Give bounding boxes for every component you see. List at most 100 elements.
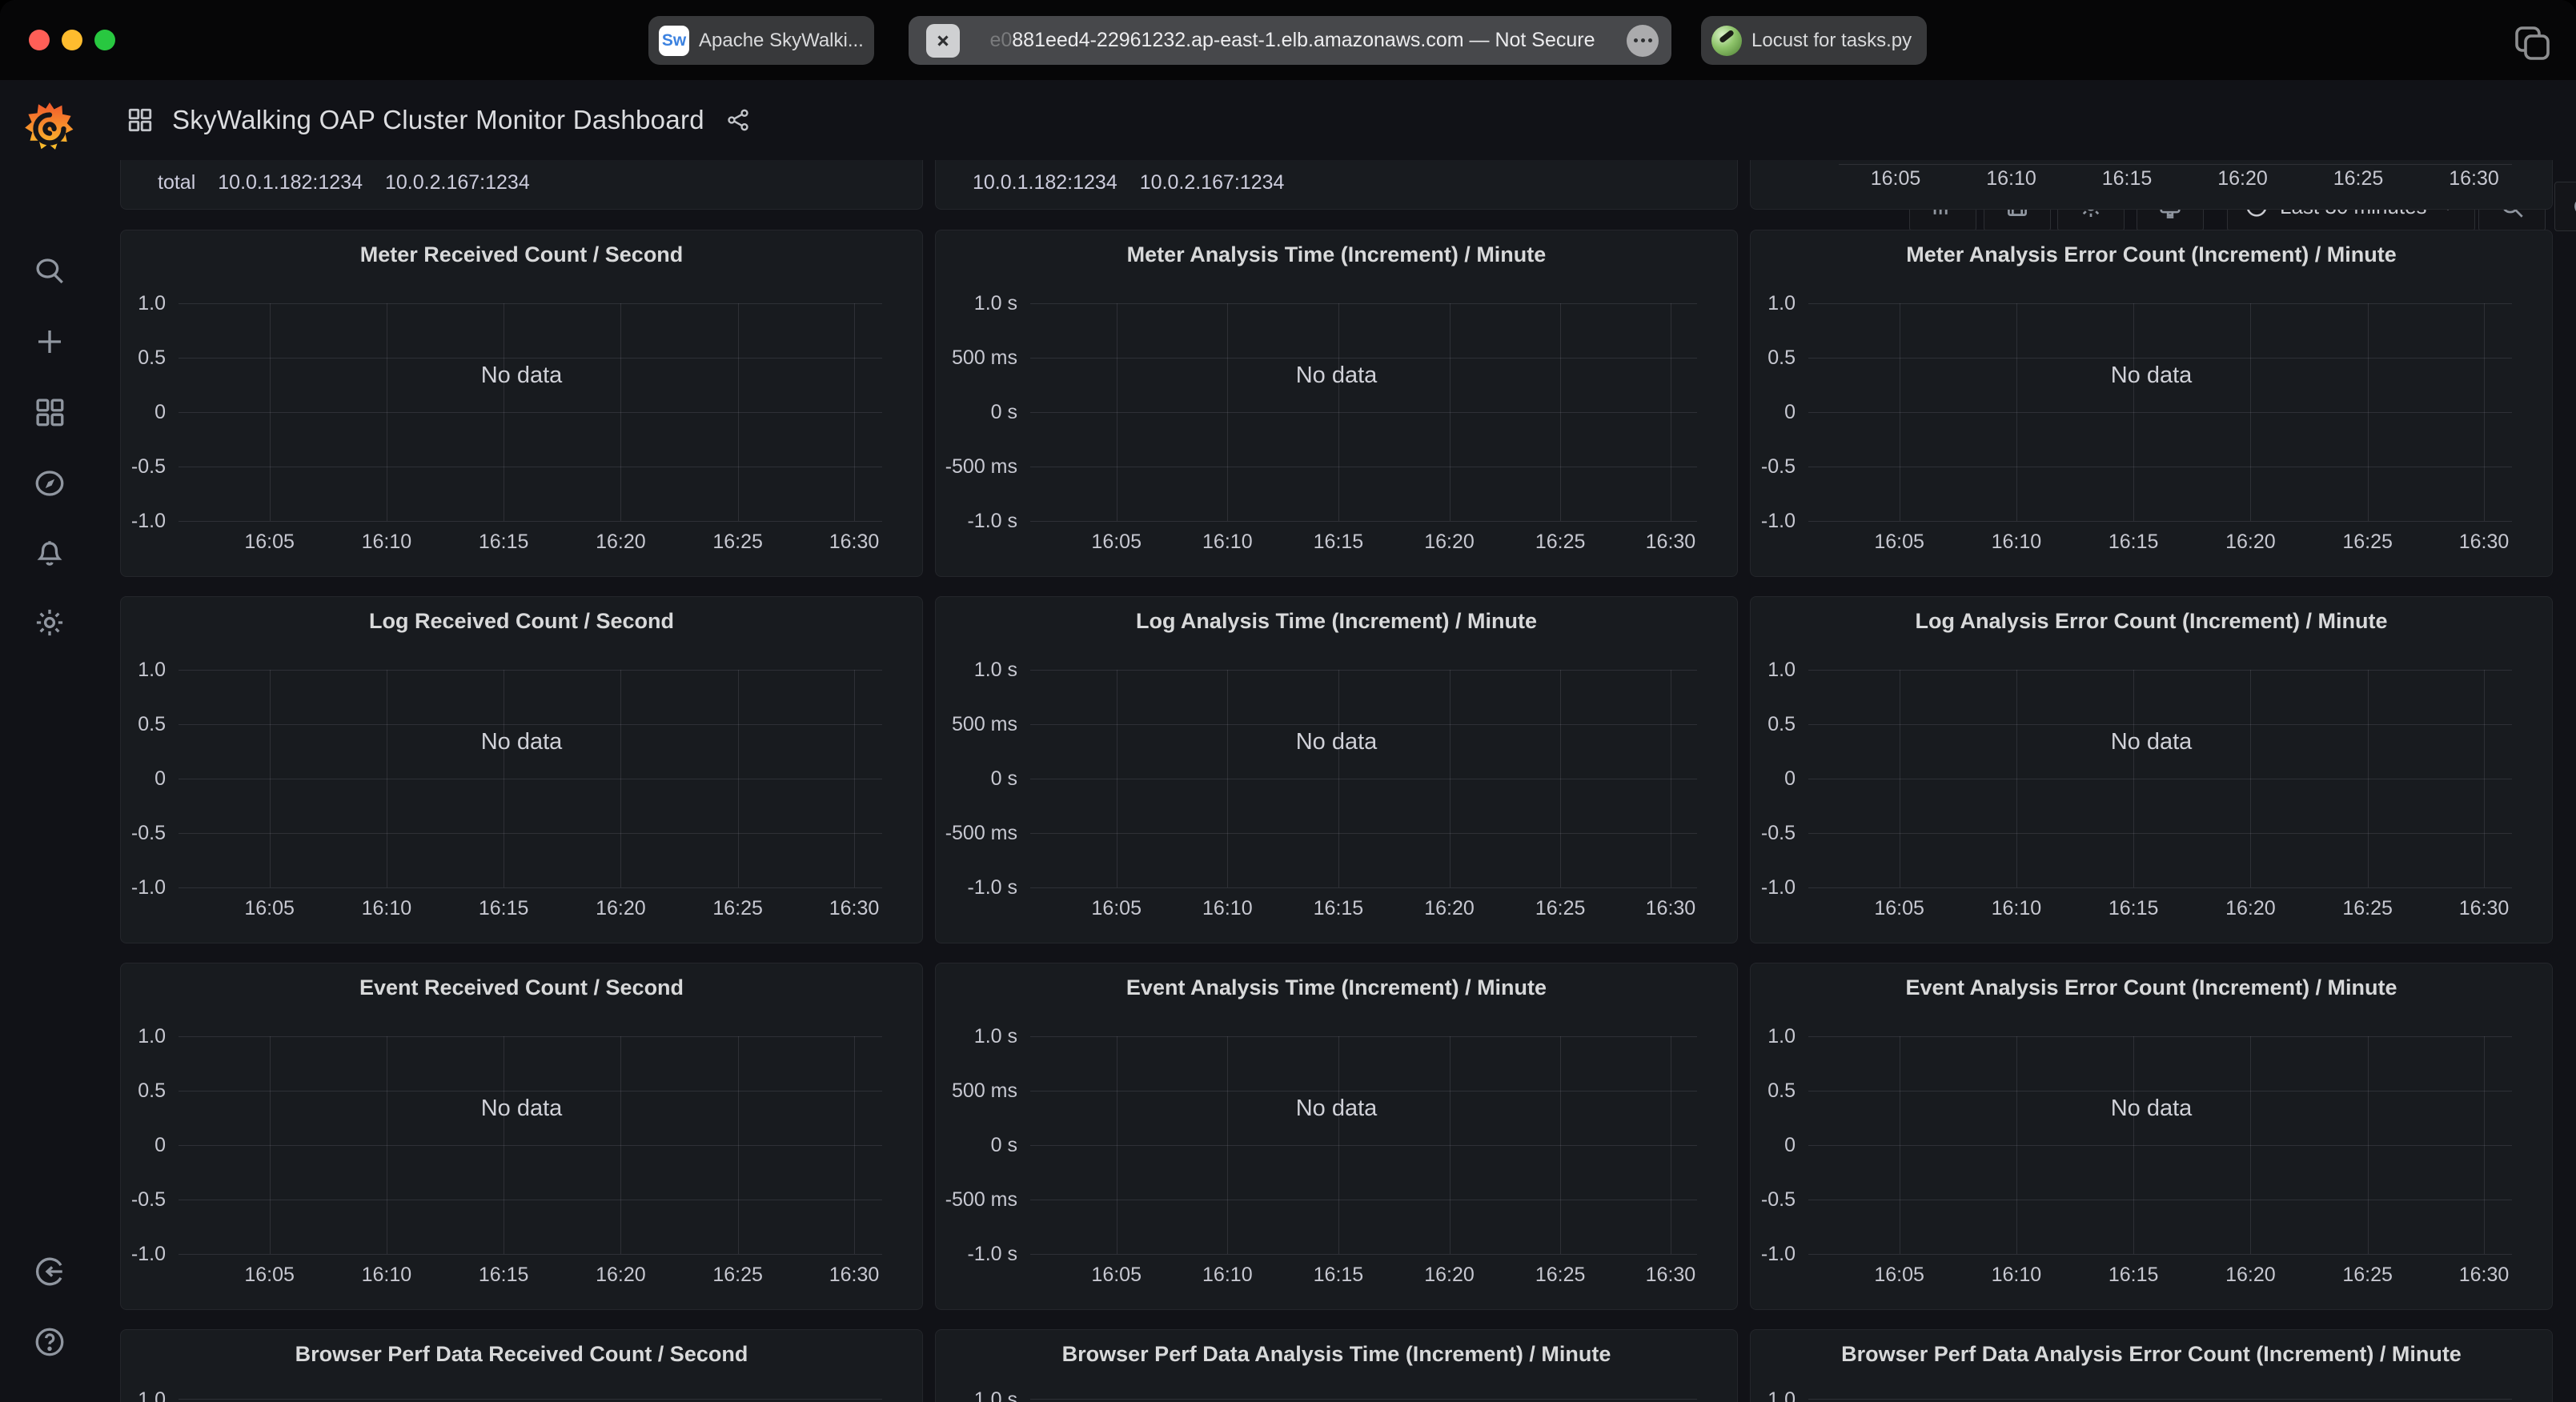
panel-title[interactable]: Browser Perf Data Analysis Error Count (… [1751, 1332, 2552, 1376]
x-axis-label: 16:30 [829, 896, 880, 920]
gridline [1808, 412, 2512, 413]
alerting-icon[interactable] [33, 537, 66, 571]
gridline [1030, 887, 1697, 888]
y-axis-label: 0 [121, 400, 166, 424]
gridline [1030, 1399, 1697, 1400]
y-axis-label: -1.0 [1751, 1242, 1796, 1266]
tab-more-icon[interactable] [1627, 25, 1659, 57]
gridline [620, 670, 621, 887]
x-axis-label: 16:10 [1992, 530, 2042, 554]
gridline [2133, 1036, 2134, 1254]
panel-title[interactable]: Meter Analysis Time (Increment) / Minute [936, 232, 1737, 277]
gridline [179, 1145, 882, 1146]
zoom-window-button[interactable] [94, 30, 115, 50]
tab-apache-skywalking[interactable]: Sw Apache SkyWalki... [648, 16, 874, 65]
x-axis-label: 16:05 [1091, 530, 1142, 554]
legend-item[interactable]: 10.0.2.167:1234 [385, 171, 530, 194]
gridline [1030, 358, 1697, 359]
y-axis-label: -1.0 s [936, 509, 1017, 533]
legend-item[interactable]: 10.0.2.167:1234 [1140, 171, 1285, 194]
y-axis-label: -1.0 [121, 1242, 166, 1266]
gridline [1808, 724, 2512, 725]
dashboards-icon[interactable] [33, 395, 66, 429]
panel-fragment-browser-perf-data-received-count-second: Browser Perf Data Received Count / Secon… [120, 1329, 923, 1402]
x-axis-label: 16:20 [1424, 530, 1475, 554]
close-tab-icon[interactable] [926, 24, 960, 58]
gridline [1808, 1399, 2512, 1400]
x-axis-label: 16:05 [1091, 896, 1142, 920]
panel-meter-received-count-second: Meter Received Count / Second 1.00.50-0.… [120, 230, 923, 577]
sign-in-icon[interactable] [33, 1255, 66, 1288]
close-window-button[interactable] [29, 30, 50, 50]
gridline [2484, 303, 2485, 521]
gridline [2133, 303, 2134, 521]
tab-locust[interactable]: Locust for tasks.py [1701, 16, 1927, 65]
gridline [1030, 303, 1697, 304]
panel-log-received-count-second: Log Received Count / Second 1.00.50-0.5-… [120, 596, 923, 943]
panel-title[interactable]: Meter Received Count / Second [121, 232, 922, 277]
share-icon[interactable] [725, 107, 751, 133]
x-axis-label: 16:15 [479, 1263, 529, 1287]
tab-grafana-active[interactable]: e0881eed4-22961232.ap-east-1.elb.amazona… [909, 16, 1671, 65]
panel-title[interactable]: Log Analysis Time (Increment) / Minute [936, 599, 1737, 643]
x-axis-label: 16:20 [1424, 896, 1475, 920]
panel-title[interactable]: Meter Analysis Error Count (Increment) /… [1751, 232, 2552, 277]
panel-event-analysis-error-count-increment-minute: Event Analysis Error Count (Increment) /… [1750, 963, 2553, 1310]
no-data-text: No data [121, 363, 922, 389]
gridline [2368, 1036, 2369, 1254]
explore-icon[interactable] [33, 467, 66, 500]
x-axis-label: 16:10 [1202, 896, 1253, 920]
y-axis-label: -500 ms [936, 821, 1017, 845]
x-axis-label: 16:05 [1874, 1263, 1924, 1287]
panel-title[interactable]: Log Received Count / Second [121, 599, 922, 643]
panel-fragment-top: 10.0.1.182:1234 10.0.2.167:1234 [935, 160, 1738, 210]
legend-item[interactable]: 10.0.1.182:1234 [973, 171, 1117, 194]
gridline [620, 1036, 621, 1254]
no-data-text: No data [936, 363, 1737, 389]
dashboard-squares-icon[interactable] [126, 106, 154, 134]
gridline [1808, 1145, 2512, 1146]
configuration-icon[interactable] [33, 606, 66, 639]
panel-title[interactable]: Event Received Count / Second [121, 965, 922, 1010]
y-axis-label: 1.0 [1751, 1024, 1796, 1048]
panel-title[interactable]: Browser Perf Data Received Count / Secon… [121, 1332, 922, 1376]
x-axis-label: 16:25 [712, 1263, 763, 1287]
minimize-window-button[interactable] [62, 30, 82, 50]
gridline [1808, 1036, 2512, 1037]
search-icon[interactable] [33, 254, 66, 288]
gridline [1808, 358, 2512, 359]
legend-series-label: 10.0.2.167:1234 [1140, 171, 1285, 194]
y-axis-label: 1.0 s [936, 1024, 1017, 1048]
tab-url: e0881eed4-22961232.ap-east-1.elb.amazona… [971, 29, 1614, 52]
panel-title[interactable]: Event Analysis Error Count (Increment) /… [1751, 965, 2552, 1010]
y-axis-label: 0 s [936, 767, 1017, 791]
skywalking-favicon: Sw [659, 26, 689, 56]
panel-fragment-top: 16:0516:1016:1516:2016:2516:30 [1750, 160, 2553, 210]
tab-overview-icon[interactable] [2512, 24, 2554, 62]
x-axis-label: 16:30 [2459, 1263, 2510, 1287]
panel-title[interactable]: Browser Perf Data Analysis Time (Increme… [936, 1332, 1737, 1376]
panel-title[interactable]: Event Analysis Time (Increment) / Minute [936, 965, 1737, 1010]
y-axis-label: 0 [1751, 1133, 1796, 1157]
help-icon[interactable] [33, 1325, 66, 1359]
panel-event-analysis-time-increment-minute: Event Analysis Time (Increment) / Minute… [935, 963, 1738, 1310]
grafana-logo[interactable] [22, 101, 78, 157]
gridline [1839, 164, 2512, 165]
gridline [854, 1036, 855, 1254]
panel-legend: 10.0.1.182:1234 10.0.2.167:1234 [973, 171, 1284, 194]
gridline [620, 303, 621, 521]
gridline [2250, 1036, 2251, 1254]
x-axis-label: 16:30 [829, 1263, 880, 1287]
legend-item[interactable]: total [158, 171, 195, 194]
panel-title[interactable]: Log Analysis Error Count (Increment) / M… [1751, 599, 2552, 643]
panel-fragment-browser-perf-data-analysis-error-count-increment-minute: Browser Perf Data Analysis Error Count (… [1750, 1329, 2553, 1402]
create-icon[interactable] [33, 325, 66, 359]
legend-item[interactable]: 10.0.1.182:1234 [218, 171, 363, 194]
x-axis-label: 16:15 [2109, 896, 2159, 920]
y-axis-label: 1.0 s [936, 658, 1017, 682]
gridline [1560, 1036, 1561, 1254]
panel-log-analysis-error-count-increment-minute: Log Analysis Error Count (Increment) / M… [1750, 596, 2553, 943]
gridline [1808, 1091, 2512, 1092]
panel-event-received-count-second: Event Received Count / Second 1.00.50-0.… [120, 963, 923, 1310]
x-axis-label: 16:05 [244, 530, 295, 554]
